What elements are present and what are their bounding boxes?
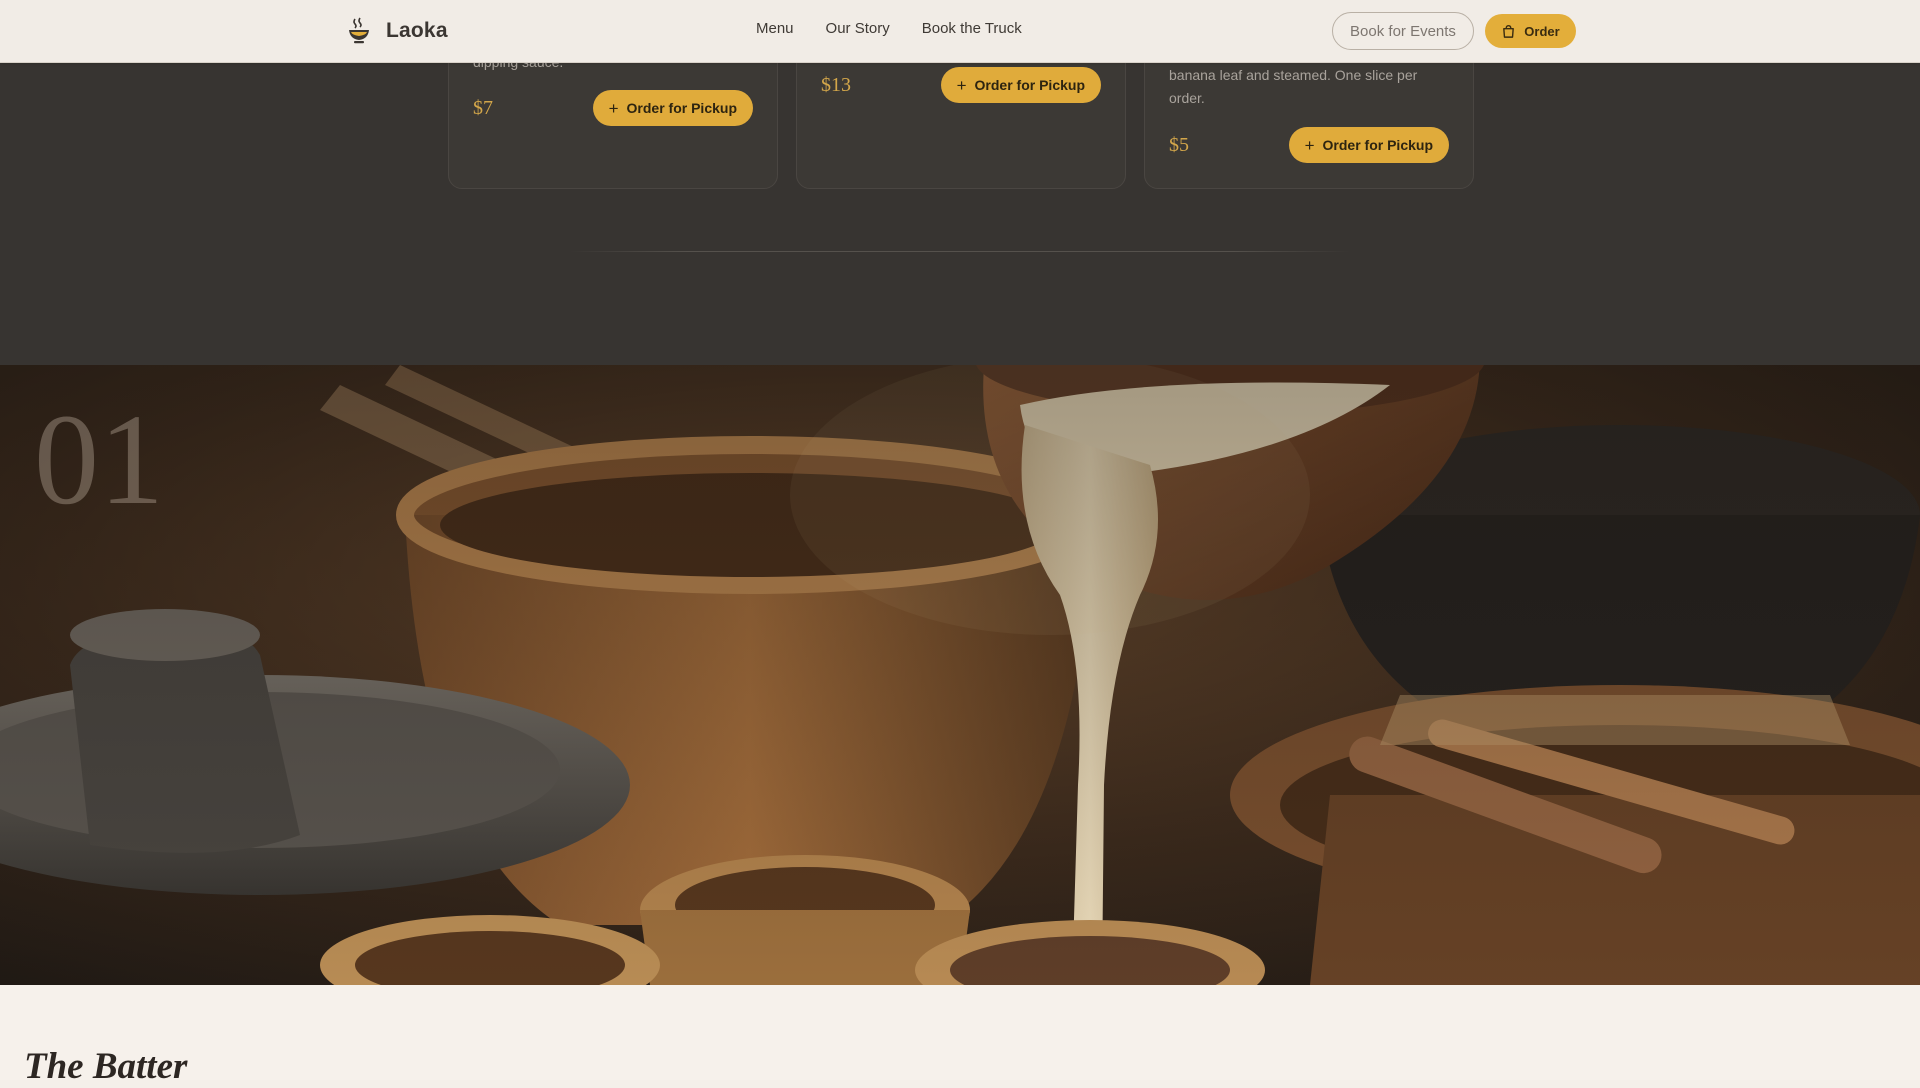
order-for-pickup-button[interactable]: + Order for Pickup — [940, 67, 1101, 103]
order-for-pickup-label: Order for Pickup — [974, 77, 1085, 93]
hero-image: 01 — [0, 365, 1920, 985]
steaming-bowl-icon — [349, 17, 369, 44]
menu-card-price: $5 — [1169, 134, 1189, 156]
order-for-pickup-button[interactable]: + Order for Pickup — [1288, 127, 1449, 163]
brand-name: Laoka — [386, 19, 448, 42]
plus-icon: + — [956, 75, 967, 95]
order-for-pickup-label: Order for Pickup — [626, 100, 737, 116]
order-for-pickup-button[interactable]: + Order for Pickup — [592, 90, 753, 126]
brand-logo-link[interactable]: Laoka — [344, 14, 448, 48]
primary-nav: Menu Our Story Book the Truck — [756, 20, 1022, 37]
menu-card-description: banana leaf and steamed. One slice per o… — [1169, 67, 1418, 106]
nav-link-menu[interactable]: Menu — [756, 20, 794, 37]
menu-card-price: $7 — [473, 97, 493, 119]
batter-section: The Batter — [0, 985, 1920, 1087]
menu-card-price: $13 — [821, 74, 851, 96]
section-title: The Batter — [24, 1046, 188, 1087]
order-button[interactable]: Order — [1485, 14, 1576, 48]
shopping-bag-icon — [1503, 24, 1515, 38]
step-number: 01 — [34, 388, 164, 532]
order-for-pickup-label: Order for Pickup — [1322, 137, 1433, 153]
plus-icon: + — [608, 98, 619, 118]
order-button-label: Order — [1524, 23, 1560, 39]
nav-link-book-the-truck[interactable]: Book the Truck — [922, 20, 1022, 37]
batter-pouring-illustration — [0, 365, 1920, 985]
plus-icon: + — [1304, 135, 1315, 155]
nav-link-our-story[interactable]: Our Story — [826, 20, 890, 37]
section-divider — [570, 251, 1350, 252]
book-for-events-button[interactable]: Book for Events — [1332, 12, 1474, 50]
top-navigation: Laoka Menu Our Story Book the Truck Book… — [0, 0, 1920, 63]
